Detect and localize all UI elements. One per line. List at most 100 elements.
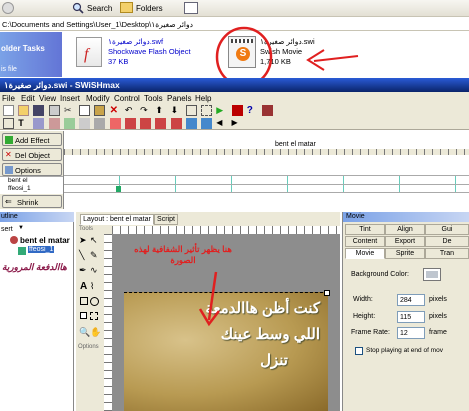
sound-icon[interactable] bbox=[94, 118, 106, 129]
layer-label: ffeosi_1 bbox=[8, 185, 31, 192]
tab-align[interactable]: Align bbox=[385, 224, 425, 235]
menu-panels[interactable]: Panels bbox=[167, 94, 191, 103]
tab-guides[interactable]: Gui bbox=[425, 224, 469, 235]
del-object-button[interactable]: ✕ Del Object bbox=[2, 148, 62, 161]
add-effect-button[interactable]: Add Effect bbox=[2, 133, 62, 146]
select-arrow-icon[interactable]: ➤ bbox=[79, 235, 87, 246]
height-field[interactable] bbox=[397, 311, 425, 323]
tab-layout[interactable]: Layout : bent el matar bbox=[80, 214, 154, 225]
export-avi-icon[interactable] bbox=[155, 118, 167, 129]
layer-row-1[interactable]: bent el bbox=[0, 176, 63, 185]
tab-content[interactable]: Content bbox=[345, 236, 385, 247]
menu-view[interactable]: View bbox=[39, 94, 56, 103]
effects-panel: Add Effect ✕ Del Object Options ⇐ Shrink… bbox=[0, 131, 63, 209]
help-icon[interactable]: ? bbox=[247, 105, 258, 116]
timeline-track-1[interactable] bbox=[64, 175, 469, 184]
ungroup-icon[interactable] bbox=[201, 105, 213, 116]
print-icon[interactable] bbox=[48, 105, 60, 116]
shrink-button[interactable]: ⇐ Shrink bbox=[2, 195, 62, 208]
frame-rate-label: Frame Rate: bbox=[351, 329, 390, 336]
effect-icon[interactable] bbox=[109, 118, 121, 129]
add-effect-label: Add Effect bbox=[15, 136, 50, 145]
options-button[interactable]: Options bbox=[2, 163, 62, 176]
text-tool-icon[interactable]: A bbox=[80, 281, 87, 292]
motion-path-icon[interactable]: ⌇ bbox=[90, 281, 94, 292]
menu-control[interactable]: Control bbox=[114, 94, 140, 103]
redo-icon[interactable]: ↷ bbox=[140, 105, 151, 116]
fill-icon[interactable] bbox=[80, 312, 87, 319]
timeline-track-2[interactable] bbox=[64, 184, 469, 193]
stop-icon[interactable] bbox=[231, 105, 243, 116]
image-icon[interactable] bbox=[63, 118, 75, 129]
layer-row-2[interactable]: ffeosi_1 bbox=[0, 185, 63, 194]
group-icon[interactable] bbox=[185, 105, 197, 116]
outline-root-item[interactable]: bent el matar bbox=[20, 236, 70, 245]
subselect-icon[interactable]: ↖ bbox=[90, 235, 98, 246]
width-field[interactable] bbox=[397, 294, 425, 306]
tab-debug[interactable]: De bbox=[425, 236, 469, 247]
shrink-icon: ⇐ bbox=[5, 197, 12, 206]
chevron-down-icon[interactable]: ▼ bbox=[18, 225, 24, 231]
outline-insert-button[interactable]: sert bbox=[1, 226, 13, 233]
cut-icon[interactable]: ✂ bbox=[64, 105, 75, 116]
keyframe-marker[interactable] bbox=[116, 186, 121, 192]
tab-transform-label: Tran bbox=[439, 250, 455, 257]
tab-movie-label: Movie bbox=[355, 250, 375, 257]
timeline[interactable]: bent el matar bbox=[63, 131, 469, 209]
tab-movie[interactable]: Movie bbox=[345, 248, 385, 259]
menu-modify[interactable]: Modify bbox=[86, 94, 110, 103]
background-color-picker[interactable] bbox=[423, 268, 441, 281]
outline-child-item[interactable]: ffeosi_1 bbox=[28, 246, 55, 253]
zoom-icon[interactable]: 🔍 bbox=[79, 327, 90, 338]
save-icon[interactable] bbox=[33, 105, 45, 116]
new-icon[interactable] bbox=[3, 105, 14, 116]
tab-sprite[interactable]: Sprite bbox=[385, 248, 425, 259]
send-back-icon[interactable]: ⬇ bbox=[171, 105, 182, 116]
undo-icon[interactable]: ↶ bbox=[125, 105, 136, 116]
open-icon[interactable] bbox=[18, 105, 30, 116]
scene-icon[interactable] bbox=[3, 118, 14, 129]
sprite-icon[interactable] bbox=[48, 118, 60, 129]
line-icon[interactable]: ╲ bbox=[79, 250, 84, 261]
frame-rate-field[interactable] bbox=[397, 327, 425, 339]
ellipse-icon[interactable] bbox=[90, 297, 99, 306]
tab-tint[interactable]: Tint bbox=[345, 224, 385, 235]
timeline-ruler[interactable] bbox=[64, 149, 469, 155]
text-icon[interactable]: T bbox=[18, 118, 29, 129]
export-swf-icon[interactable] bbox=[124, 118, 136, 129]
preview-icon[interactable] bbox=[185, 118, 197, 129]
menu-file[interactable]: File bbox=[2, 94, 15, 103]
book-icon[interactable] bbox=[261, 105, 273, 116]
pencil-icon[interactable]: ✎ bbox=[90, 250, 98, 261]
menu-tools[interactable]: Tools bbox=[144, 94, 163, 103]
fill-transform-icon[interactable] bbox=[90, 312, 98, 320]
menu-insert[interactable]: Insert bbox=[60, 94, 80, 103]
tab-align-label: Align bbox=[397, 226, 413, 233]
stop-at-end-checkbox[interactable] bbox=[355, 347, 363, 355]
export-html-icon[interactable] bbox=[140, 118, 152, 129]
content-icon[interactable] bbox=[79, 118, 91, 129]
tab-export-label: Export bbox=[394, 238, 416, 245]
movie-panel: Movie Tint Align Gui Content Export De M… bbox=[342, 212, 469, 411]
play-icon[interactable]: ▶ bbox=[216, 105, 227, 116]
tab-script[interactable]: Script bbox=[154, 214, 178, 225]
button-icon[interactable] bbox=[33, 118, 45, 129]
stage-canvas[interactable]: كنت أظن هاالدمعة اللي وسط عينك تنزل هنا … bbox=[112, 234, 340, 411]
tab-transform[interactable]: Tran bbox=[425, 248, 469, 259]
hand-icon[interactable]: ✋ bbox=[90, 327, 101, 338]
menu-help[interactable]: Help bbox=[195, 94, 211, 103]
tab-export[interactable]: Export bbox=[385, 236, 425, 247]
bring-forward-icon[interactable]: ⬆ bbox=[155, 105, 166, 116]
pen-icon[interactable]: ✒ bbox=[79, 265, 87, 276]
delete-icon[interactable]: ✕ bbox=[110, 105, 121, 116]
menu-edit[interactable]: Edit bbox=[21, 94, 35, 103]
rewind-icon[interactable]: ◀ bbox=[216, 118, 227, 129]
scene-tree-icon bbox=[10, 236, 18, 244]
paste-icon[interactable] bbox=[94, 105, 106, 116]
preview-browser-icon[interactable] bbox=[201, 118, 213, 129]
rectangle-icon[interactable] bbox=[80, 297, 88, 305]
bezier-icon[interactable]: ∿ bbox=[90, 265, 98, 276]
forward-icon[interactable]: ▶ bbox=[232, 118, 243, 129]
export-exe-icon[interactable] bbox=[170, 118, 182, 129]
copy-icon[interactable] bbox=[79, 105, 91, 116]
